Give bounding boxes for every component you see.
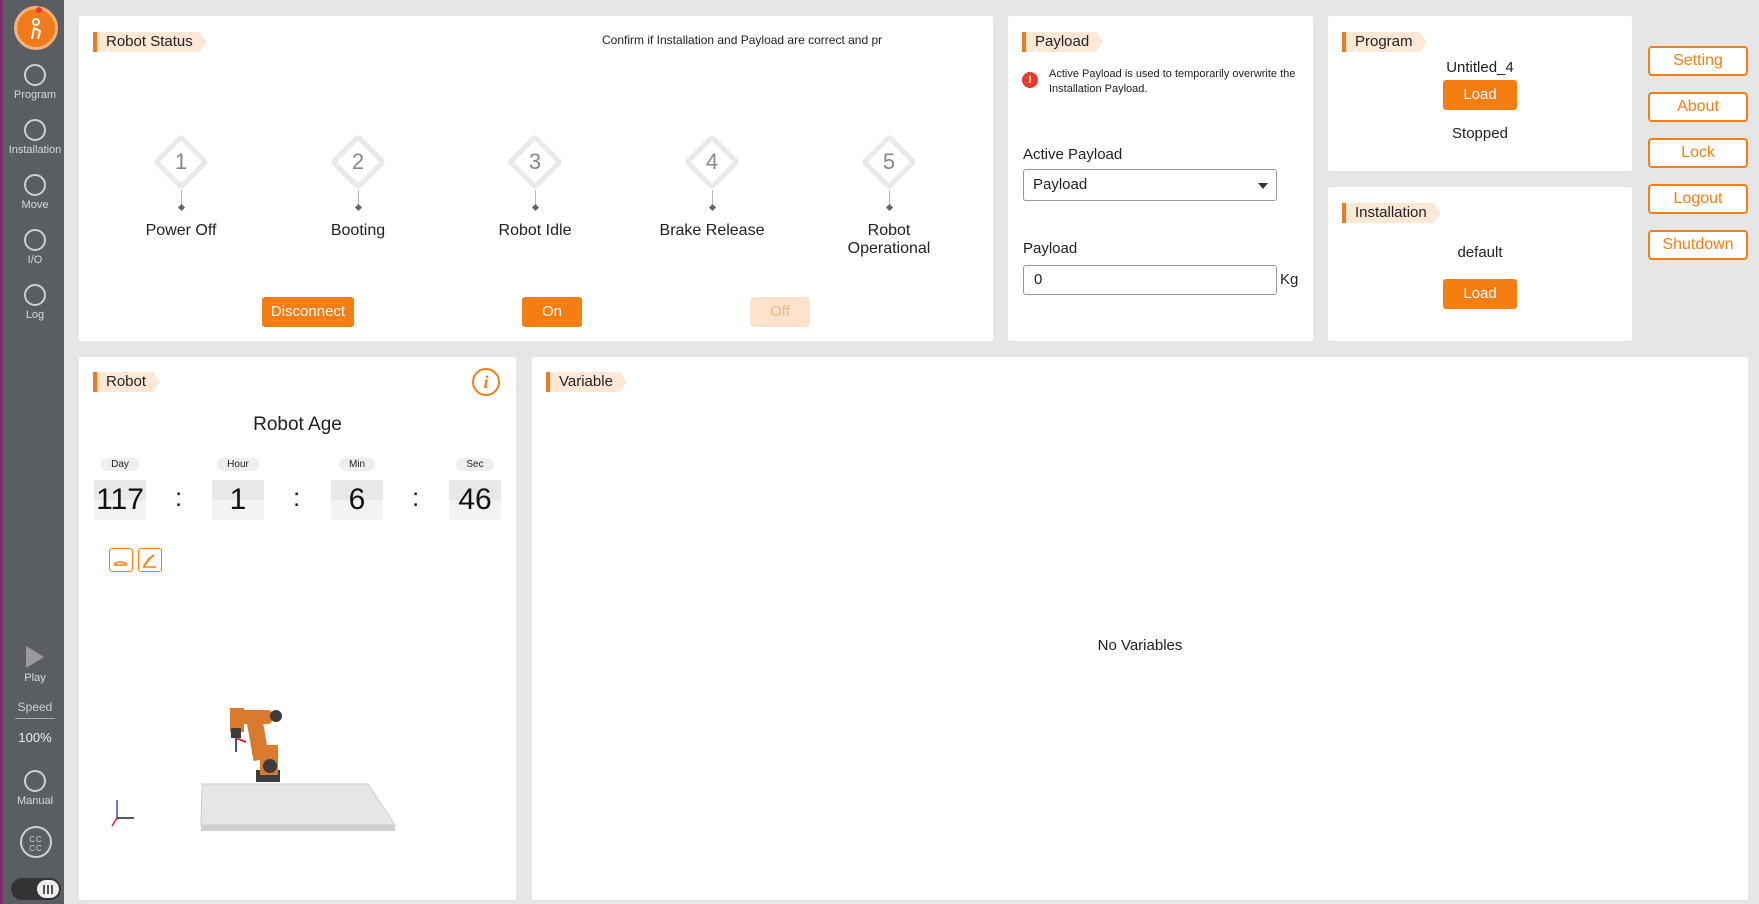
age-min-value: 6 (331, 480, 383, 520)
active-payload-value: Payload (1033, 176, 1088, 193)
nav-program[interactable]: Program (3, 64, 67, 101)
shutdown-button[interactable]: Shutdown (1648, 230, 1748, 260)
move-icon (24, 174, 46, 196)
nav-installation-label: Installation (8, 144, 62, 156)
left-rail: Program Installation Move I/O Log Play S… (0, 0, 64, 904)
payload-input[interactable]: 0 (1023, 265, 1277, 295)
robot-status-panel: Robot Status Confirm if Installation and… (79, 16, 993, 341)
step-number: 5 (882, 149, 896, 174)
robot-title: Robot (93, 372, 160, 392)
play-button[interactable]: Play (3, 646, 67, 684)
nav-io[interactable]: I/O (3, 229, 67, 266)
warning-icon: ! (1022, 72, 1038, 88)
toggle-knob (37, 880, 59, 898)
setting-button[interactable]: Setting (1648, 46, 1748, 76)
age-day: Day 117 (94, 454, 146, 520)
program-load-button[interactable]: Load (1443, 80, 1517, 110)
view-base-icon[interactable] (109, 548, 133, 572)
robot-age-title: Robot Age (253, 414, 342, 435)
nav-io-label: I/O (27, 254, 43, 266)
step-brake-release: 4 Brake Release (652, 133, 772, 240)
age-min-label: Min (338, 458, 376, 471)
rail-toggle[interactable] (11, 878, 61, 900)
step-label: Booting (330, 222, 386, 239)
status-notice: Confirm if Installation and Payload are … (602, 33, 883, 47)
nav-log-label: Log (25, 309, 45, 321)
payload-unit: Kg (1280, 271, 1299, 288)
on-button[interactable]: On (522, 297, 582, 327)
lock-button[interactable]: Lock (1648, 138, 1748, 168)
nav-log[interactable]: Log (3, 284, 67, 321)
installation-title: Installation (1342, 203, 1441, 223)
speed-value[interactable]: 100% (3, 730, 67, 745)
logout-button[interactable]: Logout (1648, 184, 1748, 214)
manual-button[interactable]: Manual (3, 770, 67, 807)
age-sec: Sec 46 (449, 454, 501, 520)
robot-3d-view[interactable] (100, 690, 400, 840)
robot-status-title: Robot Status (93, 32, 207, 52)
robot-logo-icon (31, 18, 42, 40)
manual-icon (24, 770, 46, 792)
age-separator: : (412, 482, 420, 512)
installation-icon (24, 119, 46, 141)
age-separator: : (175, 482, 183, 512)
step-power-off: 1 Power Off (121, 133, 241, 240)
program-title: Program (1342, 32, 1427, 52)
step-label: Robot Idle (498, 222, 572, 239)
installation-name: default (1457, 244, 1503, 261)
nav-program-label: Program (13, 89, 57, 101)
age-hour-label: Hour (217, 458, 259, 471)
payload-label: Payload (1023, 240, 1078, 257)
logo[interactable] (14, 6, 58, 50)
step-number: 3 (528, 149, 542, 174)
payload-title: Payload (1022, 32, 1103, 52)
step-label: Robot Operational (847, 222, 931, 257)
play-label: Play (24, 672, 46, 684)
active-payload-select[interactable]: Payload (1023, 169, 1277, 201)
step-robot-operational: 5 Robot Operational (829, 133, 949, 258)
view-arm-icon[interactable] (138, 548, 162, 572)
step-number: 1 (174, 149, 188, 174)
age-hour: Hour 1 (212, 454, 264, 520)
info-icon[interactable]: i (472, 368, 500, 396)
step-number: 2 (351, 149, 365, 174)
age-sec-label: Sec (456, 458, 494, 471)
nav-move-label: Move (21, 199, 49, 211)
active-payload-label: Active Payload (1023, 146, 1123, 163)
installation-load-button[interactable]: Load (1443, 279, 1517, 309)
ccc-icon[interactable]: CC CC (20, 826, 52, 858)
age-sec-value: 46 (449, 480, 501, 520)
play-icon (26, 646, 44, 668)
variable-empty-text: No Variables (1097, 637, 1183, 654)
variable-panel (532, 357, 1748, 900)
disconnect-button[interactable]: Disconnect (262, 297, 354, 327)
age-day-label: Day (101, 458, 139, 471)
step-number: 4 (705, 149, 719, 174)
program-state: Stopped (1452, 125, 1508, 142)
nav-installation[interactable]: Installation (3, 119, 67, 156)
speed-divider (15, 718, 55, 719)
manual-label: Manual (16, 795, 54, 807)
about-button[interactable]: About (1648, 92, 1748, 122)
program-name: Untitled_4 (1446, 59, 1514, 76)
step-booting: 2 Booting (298, 133, 418, 240)
log-icon (24, 284, 46, 306)
payload-warning: Active Payload is used to temporarily ov… (1049, 68, 1296, 95)
age-separator: : (293, 482, 301, 512)
nav-move[interactable]: Move (3, 174, 67, 211)
age-min: Min 6 (331, 454, 383, 520)
step-label: Power Off (145, 222, 217, 239)
speed-label: Speed (17, 700, 53, 714)
variable-title: Variable (546, 372, 627, 392)
chevron-down-icon (1258, 183, 1268, 189)
step-label: Brake Release (659, 222, 765, 239)
program-icon (24, 64, 46, 86)
io-icon (24, 229, 46, 251)
step-robot-idle: 3 Robot Idle (475, 133, 595, 240)
notification-dot (36, 7, 42, 13)
age-day-value: 117 (94, 480, 146, 520)
off-button[interactable]: Off (750, 297, 810, 327)
age-hour-value: 1 (212, 480, 264, 520)
